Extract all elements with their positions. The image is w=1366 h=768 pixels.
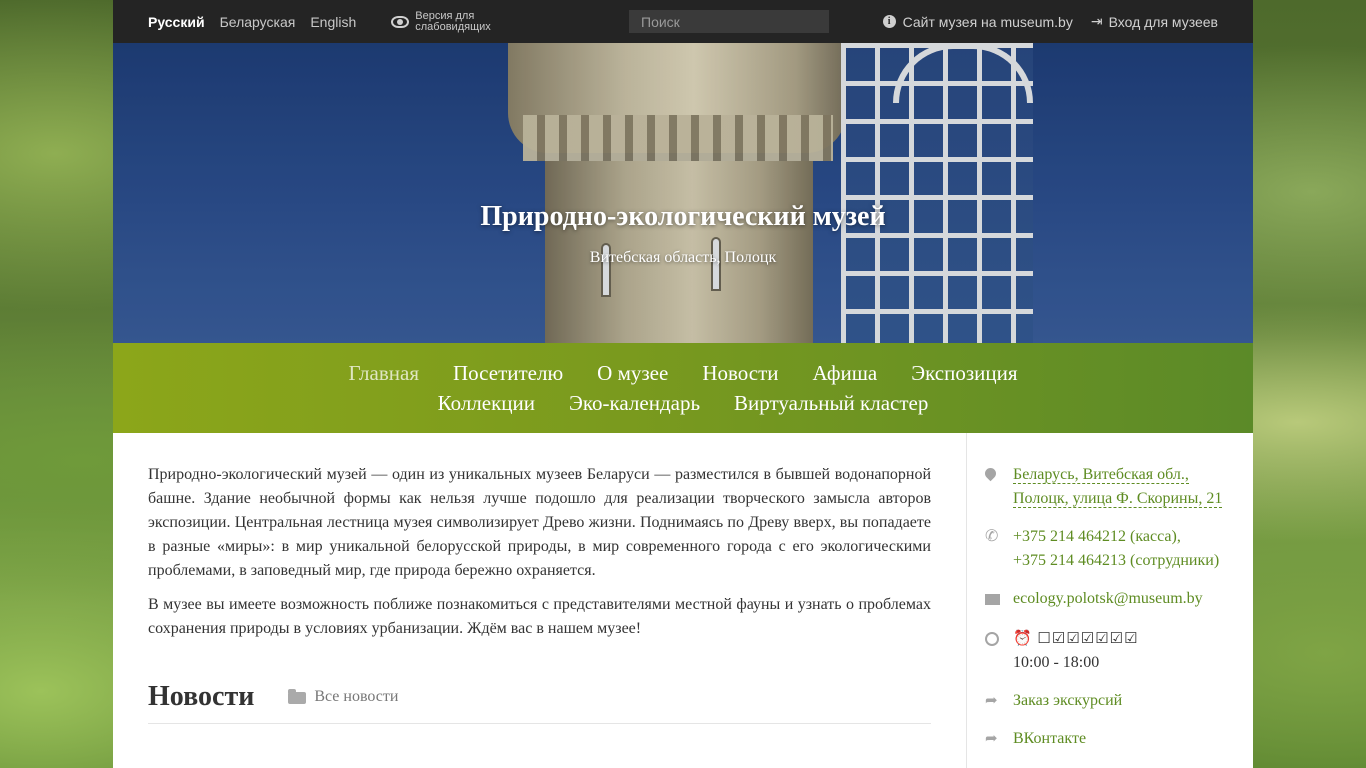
museum-login-link[interactable]: ⇥ Вход для музеев bbox=[1091, 13, 1218, 30]
address-row: Беларусь, Витебская обл., Полоцк, улица … bbox=[982, 463, 1238, 511]
folder-icon bbox=[288, 689, 307, 704]
email-row: ecology.polotsk@museum.by bbox=[985, 587, 1238, 613]
content-area: Природно-экологический музей — один из у… bbox=[113, 433, 1253, 768]
intro-paragraph-1: Природно-экологический музей — один из у… bbox=[148, 466, 931, 579]
a11y-version-label: Версия для слабовидящих bbox=[415, 9, 491, 33]
phone-cashdesk[interactable]: +375 214 464212 (касса), bbox=[1013, 528, 1181, 545]
main-nav: Главная Посетителю О музее Новости Афиша… bbox=[113, 343, 1253, 433]
share-arrow-icon: ➦ bbox=[985, 731, 998, 747]
nav-about[interactable]: О музее bbox=[597, 361, 668, 385]
clock-icon bbox=[985, 632, 999, 646]
nav-collections[interactable]: Коллекции bbox=[438, 391, 535, 415]
all-news-label: Все новости bbox=[314, 688, 399, 705]
museum-location: Витебская область, Полоцк bbox=[589, 249, 777, 266]
museum-title: Природно-экологический музей bbox=[480, 201, 886, 232]
envelope-icon bbox=[985, 594, 1000, 605]
address-line-1[interactable]: Беларусь, Витебская обл., bbox=[1013, 466, 1189, 484]
vk-row: ➦ ВКонтакте bbox=[985, 727, 1238, 751]
a11y-version-link[interactable]: Версия для слабовидящих bbox=[391, 9, 495, 33]
nav-eco-calendar[interactable]: Эко-календарь bbox=[569, 391, 700, 415]
nav-events[interactable]: Афиша bbox=[813, 361, 878, 385]
news-title: Новости bbox=[148, 681, 255, 712]
all-news-link[interactable]: Все новости bbox=[288, 688, 398, 706]
lang-english[interactable]: English bbox=[310, 14, 356, 30]
eye-icon bbox=[391, 15, 410, 28]
phone-icon: ✆ bbox=[985, 528, 999, 545]
working-days: ⏰ ☐☑☑☑☑☑☑ bbox=[1013, 631, 1139, 647]
intro-paragraph-2: В музее вы имеете возможность поближе по… bbox=[148, 596, 931, 637]
page: Русский Беларуская English Версия для сл… bbox=[113, 0, 1253, 768]
nav-home[interactable]: Главная bbox=[348, 361, 419, 385]
lang-russian[interactable]: Русский bbox=[148, 14, 205, 30]
map-pin-icon bbox=[982, 465, 999, 482]
excursions-row: ➦ Заказ экскурсий bbox=[985, 689, 1238, 713]
nav-visitor[interactable]: Посетителю bbox=[453, 361, 563, 385]
main-column: Природно-экологический музей — один из у… bbox=[113, 433, 967, 768]
museum-login-label: Вход для музеев bbox=[1108, 13, 1218, 30]
address[interactable]: Беларусь, Витебская обл., Полоцк, улица … bbox=[1013, 463, 1223, 511]
address-line-2[interactable]: Полоцк, улица Ф. Скорины, 21 bbox=[1013, 490, 1223, 508]
share-arrow-icon: ➦ bbox=[985, 693, 998, 709]
museum-site-link[interactable]: i Сайт музея на museum.by bbox=[882, 13, 1073, 30]
working-hours: 10:00 - 18:00 bbox=[1013, 654, 1100, 671]
lang-belarusian[interactable]: Беларуская bbox=[220, 14, 296, 30]
nav-virtual-cluster[interactable]: Виртуальный кластер bbox=[734, 391, 928, 415]
top-bar: Русский Беларуская English Версия для сл… bbox=[113, 0, 1253, 43]
news-header: Новости Все новости bbox=[148, 681, 931, 724]
contact-sidebar: Беларусь, Витебская обл., Полоцк, улица … bbox=[967, 433, 1253, 768]
email-link[interactable]: ecology.polotsk@museum.by bbox=[1013, 587, 1203, 613]
info-icon: i bbox=[882, 15, 896, 28]
museum-site-label: Сайт музея на museum.by bbox=[902, 13, 1073, 30]
excursions-link[interactable]: Заказ экскурсий bbox=[1013, 689, 1122, 713]
login-icon: ⇥ bbox=[1090, 13, 1103, 29]
top-links: i Сайт музея на museum.by ⇥ Вход для муз… bbox=[865, 0, 1218, 43]
nav-exposition[interactable]: Экспозиция bbox=[911, 361, 1017, 385]
hours-row: ⏰ ☐☑☑☑☑☑☑ 10:00 - 18:00 bbox=[985, 627, 1238, 675]
nav-news[interactable]: Новости bbox=[702, 361, 778, 385]
vk-link[interactable]: ВКонтакте bbox=[1013, 727, 1086, 751]
phone-row: ✆ +375 214 464212 (касса), +375 214 4642… bbox=[985, 525, 1238, 573]
search-input[interactable] bbox=[629, 10, 829, 33]
hero-banner: Природно-экологический музей Витебская о… bbox=[113, 43, 1253, 343]
phone-staff[interactable]: +375 214 464213 (сотрудники) bbox=[1013, 552, 1219, 569]
